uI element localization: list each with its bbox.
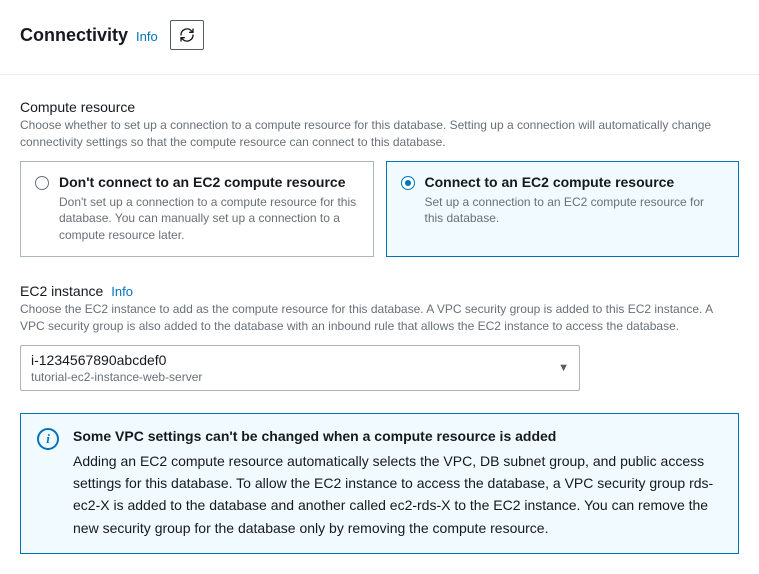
ec2-instance-desc: Choose the EC2 instance to add as the co… [20,301,739,335]
ec2-instance-info-link[interactable]: Info [111,284,133,299]
ec2-selected-name: tutorial-ec2-instance-web-server [31,370,202,384]
radio-icon [35,176,49,190]
compute-resource-options: Don't connect to an EC2 compute resource… [20,161,739,257]
compute-resource-desc: Choose whether to set up a connection to… [20,117,739,151]
option-connect-ec2[interactable]: Connect to an EC2 compute resource Set u… [386,161,740,257]
page-title-text: Connectivity [20,25,128,46]
page-title: Connectivity Info [20,25,158,46]
info-icon: i [37,428,59,450]
option-dont-connect-ec2[interactable]: Don't connect to an EC2 compute resource… [20,161,374,257]
refresh-icon [179,27,195,43]
chevron-down-icon: ▼ [558,362,569,374]
ec2-selected-id: i-1234567890abcdef0 [31,352,202,368]
vpc-settings-info-alert: i Some VPC settings can't be changed whe… [20,413,739,555]
refresh-button[interactable] [170,20,204,50]
radio-icon [401,176,415,190]
option-title: Connect to an EC2 compute resource [425,174,725,190]
connectivity-info-link[interactable]: Info [136,29,158,44]
alert-text: Adding an EC2 compute resource automatic… [73,450,722,540]
option-desc: Set up a connection to an EC2 compute re… [425,194,725,228]
option-desc: Don't set up a connection to a compute r… [59,194,359,244]
ec2-instance-select[interactable]: i-1234567890abcdef0 tutorial-ec2-instanc… [20,345,580,391]
option-title: Don't connect to an EC2 compute resource [59,174,359,190]
alert-title: Some VPC settings can't be changed when … [73,428,722,444]
ec2-instance-label: EC2 instance [20,283,103,299]
compute-resource-label: Compute resource [20,99,739,115]
